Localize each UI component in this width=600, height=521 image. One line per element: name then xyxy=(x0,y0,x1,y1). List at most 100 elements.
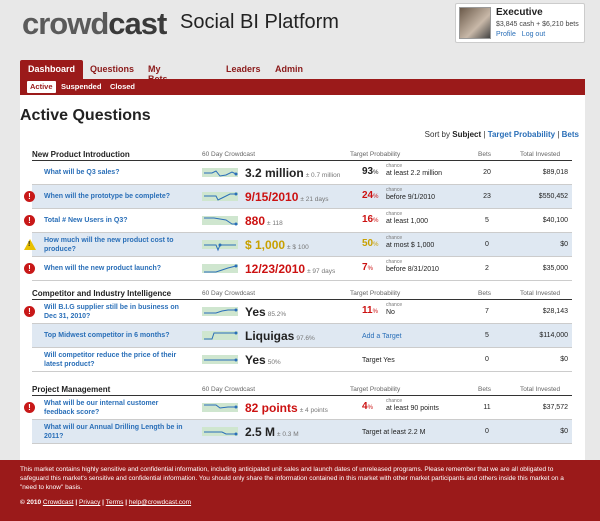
sparkline-chart[interactable] xyxy=(202,399,238,416)
total-invested: $28,143 xyxy=(542,308,568,315)
column-header-invested: Total Invested xyxy=(520,386,561,393)
target-condition: before 8/31/2010 xyxy=(386,266,439,273)
question-link[interactable]: What will be Q3 sales? xyxy=(44,168,184,177)
crowdcast-value: 2.5 M ± 0.3 M xyxy=(245,425,299,439)
table-row: ! Will B.I.G supplier still be in busines… xyxy=(24,300,572,324)
table-row: Top Midwest competitor in 6 months? Liqui… xyxy=(32,324,572,348)
alert-icon: ! xyxy=(24,215,35,226)
target-condition: Target at least 2.2 M xyxy=(362,429,426,436)
question-link[interactable]: How much will the new product cost to pr… xyxy=(44,236,184,254)
bets-count: 23 xyxy=(483,193,491,200)
question-link[interactable]: Will competitor reduce the price of thei… xyxy=(44,351,184,369)
target-probability: 4% xyxy=(362,401,373,412)
column-header-bets: Bets xyxy=(478,386,492,393)
crowdcast-value: 9/15/2010 ± 21 days xyxy=(245,190,329,204)
table-row: ! Total # New Users in Q3? 880 ± 118 16% chan… xyxy=(24,209,572,233)
total-invested: $35,000 xyxy=(542,265,568,272)
profile-link[interactable]: Profile xyxy=(496,31,516,38)
add-target-link[interactable]: Add a Target xyxy=(362,333,402,340)
question-link[interactable]: When will the prototype be complete? xyxy=(44,192,184,201)
sort-probability[interactable]: Target Probability xyxy=(488,130,555,139)
footer-crowdcast-link[interactable]: Crowdcast xyxy=(43,499,74,506)
crowdcast-value: Yes 85.2% xyxy=(245,305,287,319)
sparkline-chart[interactable] xyxy=(202,164,238,181)
question-link[interactable]: What will our Annual Drilling Length be … xyxy=(44,423,184,441)
footer-help-link[interactable]: help@crowdcast.com xyxy=(129,499,191,506)
chance-label: chance xyxy=(386,187,403,193)
sparkline-chart[interactable] xyxy=(202,303,238,320)
column-header-invested: Total Invested xyxy=(520,151,561,158)
sort-subject[interactable]: Subject xyxy=(452,130,481,139)
footer: This market contains highly sensitive an… xyxy=(0,460,600,521)
main-panel: Active Questions Sort by Subject | Targe… xyxy=(20,95,585,460)
column-header-prob: Target Probability xyxy=(350,151,401,158)
bets-count: 0 xyxy=(485,356,489,363)
table-row: ! How much will the new product cost to p… xyxy=(24,233,572,257)
question-link[interactable]: Top Midwest competitor in 6 months? xyxy=(44,331,184,340)
target-probability: 50% xyxy=(362,238,379,249)
column-header-prob: Target Probability xyxy=(350,290,401,297)
header: crowdcast Social BI Platform Executive $… xyxy=(0,0,600,60)
sparkline-chart[interactable] xyxy=(202,260,238,277)
bets-count: 20 xyxy=(483,169,491,176)
section-title: Competitor and Industry Intelligence xyxy=(32,289,172,298)
total-invested: $0 xyxy=(560,356,568,363)
logout-link[interactable]: Log out xyxy=(522,31,545,38)
chance-label: chance xyxy=(386,398,403,404)
bets-count: 5 xyxy=(485,217,489,224)
user-name: Executive xyxy=(496,7,543,18)
subtab-active[interactable]: Active xyxy=(27,81,56,93)
bets-count: 11 xyxy=(483,404,491,411)
total-invested: $114,000 xyxy=(539,332,568,339)
question-link[interactable]: Total # New Users in Q3? xyxy=(44,216,184,225)
column-header-bets: Bets xyxy=(478,151,492,158)
sparkline-chart[interactable] xyxy=(202,188,238,205)
sparkline-chart[interactable] xyxy=(202,327,238,344)
tab-dashboard[interactable]: Dashboard xyxy=(20,60,84,79)
total-invested: $37,572 xyxy=(542,404,568,411)
footer-links: © 2010 Crowdcast | Privacy | Terms | hel… xyxy=(20,499,192,506)
sparkline-chart[interactable] xyxy=(202,423,238,440)
crowdcast-logo[interactable]: crowdcast xyxy=(22,6,167,42)
bets-count: 5 xyxy=(485,332,489,339)
column-header-crowdcast: 60 Day Crowdcast xyxy=(202,290,256,297)
tab-leaders[interactable]: Leaders xyxy=(218,60,269,79)
bets-count: 2 xyxy=(485,265,489,272)
subtab-closed[interactable]: Closed xyxy=(107,81,138,93)
alert-icon: ! xyxy=(24,263,35,274)
sparkline-chart[interactable] xyxy=(202,212,238,229)
total-invested: $550,452 xyxy=(538,193,568,200)
crowdcast-value: 880 ± 118 xyxy=(245,214,283,228)
question-link[interactable]: Will B.I.G supplier still be in business… xyxy=(44,303,184,321)
crowdcast-value: 12/23/2010 ± 97 days xyxy=(245,262,336,276)
question-link[interactable]: What will be our internal customer feedb… xyxy=(44,399,184,417)
column-header-prob: Target Probability xyxy=(350,386,401,393)
total-invested: $0 xyxy=(560,241,568,248)
chance-label: chance xyxy=(386,235,403,241)
table-row: Will competitor reduce the price of thei… xyxy=(32,348,572,372)
table-row: What will our Annual Drilling Length be … xyxy=(32,420,572,444)
total-invested: $89,018 xyxy=(542,169,568,176)
alert-icon: ! xyxy=(24,402,35,413)
target-probability: 11% xyxy=(362,305,378,316)
table-row: What will be Q3 sales? 3.2 million ± 0.7 m… xyxy=(32,161,572,185)
bets-count: 0 xyxy=(485,241,489,248)
target-condition: at least 90 points xyxy=(386,405,439,412)
footer-privacy-link[interactable]: Privacy xyxy=(79,499,100,506)
tab-questions[interactable]: Questions xyxy=(82,60,142,79)
sort-bets[interactable]: Bets xyxy=(562,130,579,139)
tab-admin[interactable]: Admin xyxy=(267,60,311,79)
alert-icon: ! xyxy=(24,191,35,202)
target-condition: at most $ 1,000 xyxy=(386,242,435,249)
crowdcast-value: 3.2 million ± 0.7 million xyxy=(245,166,341,180)
footer-terms-link[interactable]: Terms xyxy=(106,499,124,506)
subtab-suspended[interactable]: Suspended xyxy=(58,81,104,93)
avatar xyxy=(459,7,491,39)
sparkline-chart[interactable] xyxy=(202,236,238,253)
question-link[interactable]: When will the new product launch? xyxy=(44,264,184,273)
tab-my-bets[interactable]: My Bets $6,210 xyxy=(140,60,184,94)
sparkline-chart[interactable] xyxy=(202,351,238,368)
target-condition: Target Yes xyxy=(362,357,395,364)
target-probability: 24% xyxy=(362,190,379,201)
target-condition: before 9/1/2010 xyxy=(386,194,436,201)
